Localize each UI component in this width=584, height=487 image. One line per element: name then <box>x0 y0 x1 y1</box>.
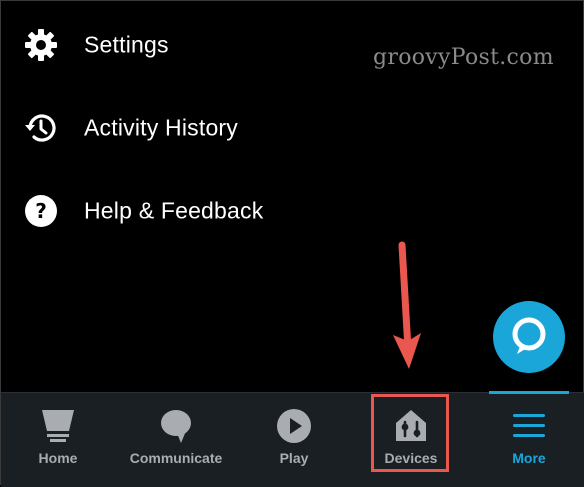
settings-label: Settings <box>84 31 169 58</box>
red-arrow-annotation <box>393 241 421 369</box>
bottom-navigation: Home Communicate Play Devices More <box>1 391 584 487</box>
menu-lines-icon <box>509 407 549 445</box>
nav-devices[interactable]: Devices <box>371 393 451 487</box>
nav-communicate-label: Communicate <box>129 450 223 466</box>
help-feedback-label: Help & Feedback <box>84 197 264 224</box>
menu-item-settings[interactable]: Settings <box>1 17 401 73</box>
nav-home-label: Home <box>38 450 78 466</box>
active-tab-indicator <box>489 391 569 394</box>
nav-play[interactable]: Play <box>254 393 334 487</box>
nav-play-label: Play <box>279 450 309 466</box>
watermark: groovyPost.com <box>373 45 554 70</box>
svg-text:?: ? <box>35 199 47 223</box>
devices-house-icon <box>391 407 431 445</box>
history-icon <box>23 110 59 146</box>
nav-communicate[interactable]: Communicate <box>126 393 226 487</box>
help-icon: ? <box>23 193 59 229</box>
menu-item-activity-history[interactable]: Activity History <box>1 100 401 156</box>
alexa-icon <box>507 313 551 362</box>
home-icon <box>38 407 78 445</box>
nav-more[interactable]: More <box>489 391 569 487</box>
menu-item-help-feedback[interactable]: ? Help & Feedback <box>1 183 401 239</box>
gear-icon <box>23 27 59 63</box>
nav-more-label: More <box>512 450 546 466</box>
chat-bubble-icon <box>156 407 196 445</box>
activity-history-label: Activity History <box>84 114 238 141</box>
nav-home[interactable]: Home <box>18 393 98 487</box>
play-icon <box>274 407 314 445</box>
nav-devices-label: Devices <box>384 450 438 466</box>
app-screen: Settings Activity History ? Help & Feedb… <box>0 0 584 487</box>
alexa-button[interactable] <box>493 301 565 373</box>
